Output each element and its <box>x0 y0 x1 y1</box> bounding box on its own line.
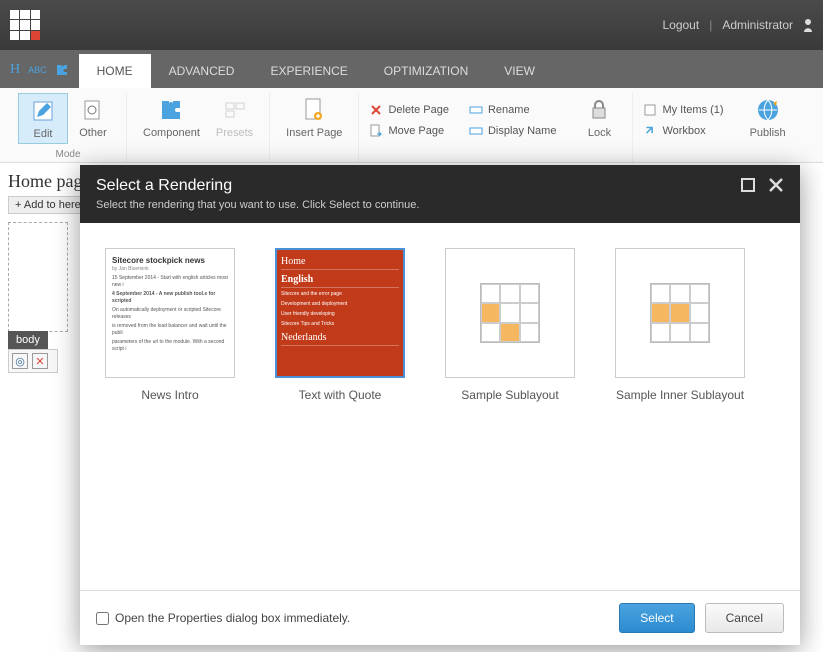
delete-page-label: Delete Page <box>388 104 449 116</box>
insert-page-icon <box>300 96 328 124</box>
ribbon: Edit Other Mode Component <box>0 88 823 163</box>
app-header: Logout | Administrator <box>0 0 823 50</box>
insert-page-button[interactable]: Insert Page <box>278 93 350 142</box>
publish-label: Publish <box>750 127 786 139</box>
close-icon[interactable] <box>768 177 784 193</box>
main-tabs: H ABC HOME ADVANCED EXPERIENCE OPTIMIZAT… <box>0 50 823 88</box>
body-tag-indicator: body <box>8 331 48 349</box>
dialog-footer: Open the Properties dialog box immediate… <box>80 590 800 645</box>
move-page-label: Move Page <box>388 125 444 137</box>
open-properties-checkbox[interactable] <box>96 612 109 625</box>
publish-button[interactable]: Publish <box>742 93 794 142</box>
tab-optimization[interactable]: OPTIMIZATION <box>366 54 486 88</box>
my-items-label: My Items (1) <box>662 104 723 116</box>
rename-label: Rename <box>488 104 530 116</box>
mini-target-icon[interactable]: ◎ <box>12 353 28 369</box>
thumb-grid-1 <box>480 283 540 343</box>
presets-icon <box>221 96 249 124</box>
dialog-title: Select a Rendering <box>96 177 419 195</box>
rendering-label: News Intro <box>141 388 198 402</box>
tab-icon-h[interactable]: H <box>10 62 20 78</box>
move-icon <box>369 124 383 138</box>
presets-button: Presets <box>208 93 261 142</box>
separator: | <box>709 18 712 32</box>
logout-link[interactable]: Logout <box>662 18 699 32</box>
rendering-news-intro[interactable]: Sitecore stockpick news by Jan Bluemink … <box>95 248 245 402</box>
dialog-header: Select a Rendering Select the rendering … <box>80 165 800 223</box>
tab-icon-puzzle[interactable] <box>55 63 69 77</box>
workbox-label: Workbox <box>662 125 705 137</box>
tab-home[interactable]: HOME <box>79 54 151 88</box>
presets-label: Presets <box>216 127 253 139</box>
display-name-icon <box>469 124 483 138</box>
workbox-button[interactable]: Workbox <box>641 122 725 140</box>
my-items-icon <box>643 103 657 117</box>
rendering-label: Sample Sublayout <box>461 388 558 402</box>
select-button[interactable]: Select <box>619 603 694 633</box>
tab-advanced[interactable]: ADVANCED <box>151 54 253 88</box>
dialog-subtitle: Select the rendering that you want to us… <box>96 199 419 211</box>
move-page-button[interactable]: Move Page <box>367 122 451 140</box>
my-items-button[interactable]: My Items (1) <box>641 101 725 119</box>
rendering-text-with-quote[interactable]: Home English Sitecore and the error page… <box>265 248 415 402</box>
workbox-icon <box>643 124 657 138</box>
edit-button[interactable]: Edit <box>18 93 68 144</box>
rendering-label: Sample Inner Sublayout <box>616 388 744 402</box>
other-label: Other <box>79 127 107 139</box>
canvas-placeholder <box>8 222 68 332</box>
thumb-quote: Home English Sitecore and the error page… <box>277 250 403 376</box>
delete-page-button[interactable]: Delete Page <box>367 101 451 119</box>
delete-icon <box>369 103 383 117</box>
thumb-news: Sitecore stockpick news by Jan Bluemink … <box>106 249 234 377</box>
lock-label: Lock <box>588 127 611 139</box>
component-button[interactable]: Component <box>135 93 208 142</box>
mini-toolbar: ◎ ✕ <box>8 349 58 373</box>
rendering-label: Text with Quote <box>299 388 382 402</box>
user-link[interactable]: Administrator <box>722 18 793 32</box>
mode-group-label: Mode <box>55 149 80 162</box>
display-name-label: Display Name <box>488 125 556 137</box>
publish-icon <box>754 96 782 124</box>
rename-button[interactable]: Rename <box>467 101 558 119</box>
tab-icon-abc[interactable]: ABC <box>28 65 47 75</box>
insert-page-label: Insert Page <box>286 127 342 139</box>
user-icon <box>803 18 813 32</box>
thumb-grid-2 <box>650 283 710 343</box>
mini-delete-icon[interactable]: ✕ <box>32 353 48 369</box>
add-to-here-button[interactable]: + Add to here <box>8 196 88 214</box>
select-rendering-dialog: Select a Rendering Select the rendering … <box>80 165 800 645</box>
cancel-button[interactable]: Cancel <box>705 603 784 633</box>
rename-icon <box>469 103 483 117</box>
maximize-icon[interactable] <box>740 177 756 193</box>
dialog-body: Sitecore stockpick news by Jan Bluemink … <box>80 223 800 590</box>
other-icon <box>79 96 107 124</box>
app-logo <box>10 10 40 40</box>
lock-button[interactable]: Lock <box>574 93 624 142</box>
puzzle-icon <box>157 96 185 124</box>
tab-experience[interactable]: EXPERIENCE <box>252 54 365 88</box>
tab-view[interactable]: VIEW <box>486 54 553 88</box>
edit-label: Edit <box>34 128 53 140</box>
rendering-sample-inner-sublayout[interactable]: Sample Inner Sublayout <box>605 248 755 402</box>
rendering-sample-sublayout[interactable]: Sample Sublayout <box>435 248 585 402</box>
lock-icon <box>585 96 613 124</box>
component-label: Component <box>143 127 200 139</box>
other-button[interactable]: Other <box>68 93 118 144</box>
display-name-button[interactable]: Display Name <box>467 122 558 140</box>
edit-icon <box>29 97 57 125</box>
open-properties-label: Open the Properties dialog box immediate… <box>115 611 350 625</box>
open-properties-checkbox-row[interactable]: Open the Properties dialog box immediate… <box>96 611 350 625</box>
